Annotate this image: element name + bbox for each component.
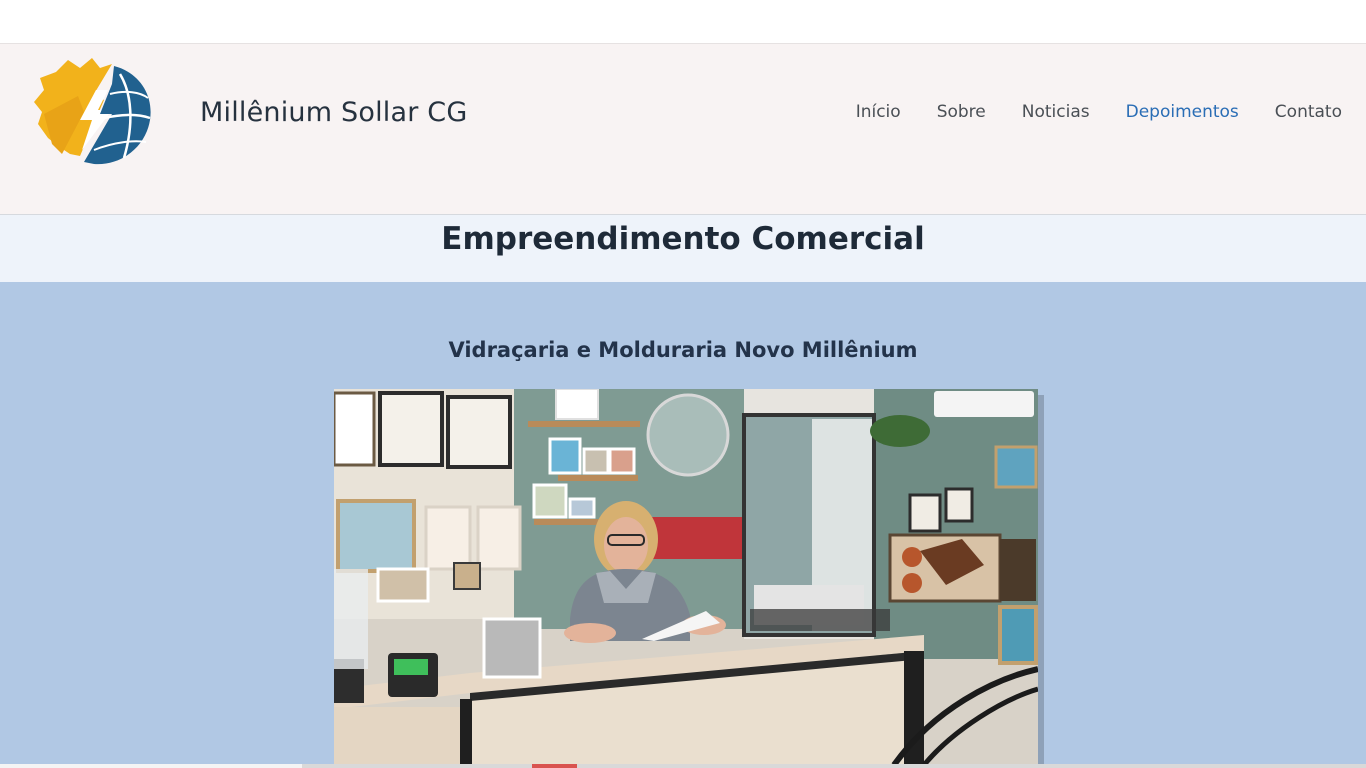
section-title: Empreendimento Comercial <box>441 221 925 257</box>
sun-bolt-logo-icon <box>34 58 151 165</box>
nav-item-contato[interactable]: Contato <box>1275 102 1342 122</box>
horizontal-scrollbar[interactable] <box>0 764 1366 768</box>
brand-logo[interactable] <box>34 54 154 168</box>
top-strip <box>0 0 1366 44</box>
shop-interior-image <box>334 389 1038 765</box>
testimonial-photo-frame <box>334 389 1044 765</box>
nav-item-sobre[interactable]: Sobre <box>937 102 986 122</box>
site-header: Millênium Sollar CG Início Sobre Noticia… <box>0 44 1366 215</box>
testimonial-photo <box>334 389 1038 765</box>
testimonial-subtitle: Vidraçaria e Molduraria Novo Millênium <box>448 338 918 362</box>
section-title-band: Empreendimento Comercial <box>0 215 1366 282</box>
nav-item-noticias[interactable]: Noticias <box>1022 102 1090 122</box>
nav-item-inicio[interactable]: Início <box>856 102 901 122</box>
main-nav: Início Sobre Noticias Depoimentos Contat… <box>820 102 1342 122</box>
scrollbar-marker <box>532 764 577 768</box>
brand-name[interactable]: Millênium Sollar CG <box>200 97 468 128</box>
scrollbar-track-left <box>0 764 302 768</box>
testimonial-section: Vidraçaria e Molduraria Novo Millênium <box>0 282 1366 765</box>
nav-item-depoimentos[interactable]: Depoimentos <box>1126 102 1239 122</box>
